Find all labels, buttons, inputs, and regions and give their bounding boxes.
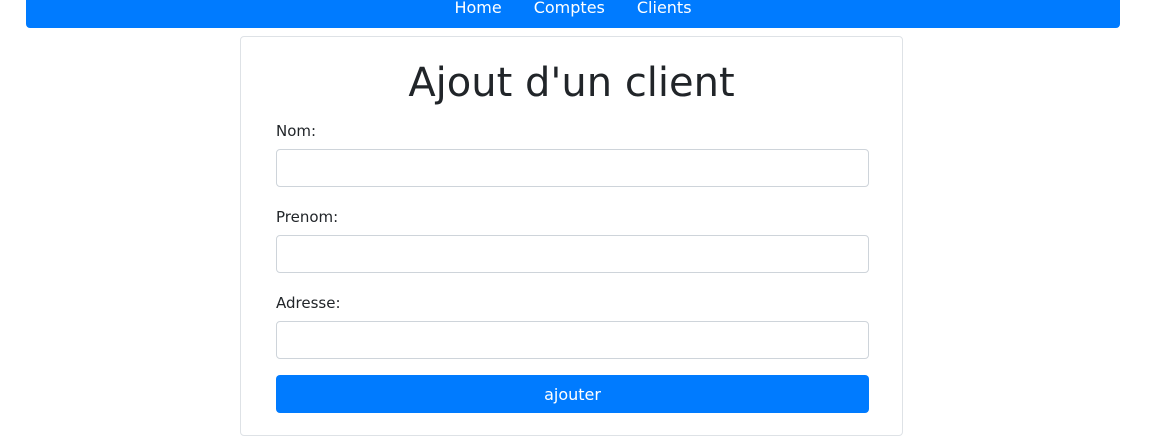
nav-link-comptes[interactable]: Comptes: [518, 0, 621, 17]
prenom-label: Prenom:: [276, 208, 339, 226]
adresse-input[interactable]: [276, 321, 869, 359]
prenom-input[interactable]: [276, 235, 869, 273]
nom-label: Nom:: [276, 122, 317, 140]
nav-link-home[interactable]: Home: [438, 0, 517, 17]
page-title: Ajout d'un client: [408, 60, 735, 106]
nav-link-clients[interactable]: Clients: [621, 0, 708, 17]
nom-input[interactable]: [276, 149, 869, 187]
top-navbar: Home Comptes Clients: [26, 0, 1120, 28]
ajouter-button[interactable]: ajouter: [276, 375, 869, 413]
add-client-card: Ajout d'un client Nom: Prenom: Adresse: …: [240, 36, 903, 436]
adresse-label: Adresse:: [276, 294, 341, 312]
